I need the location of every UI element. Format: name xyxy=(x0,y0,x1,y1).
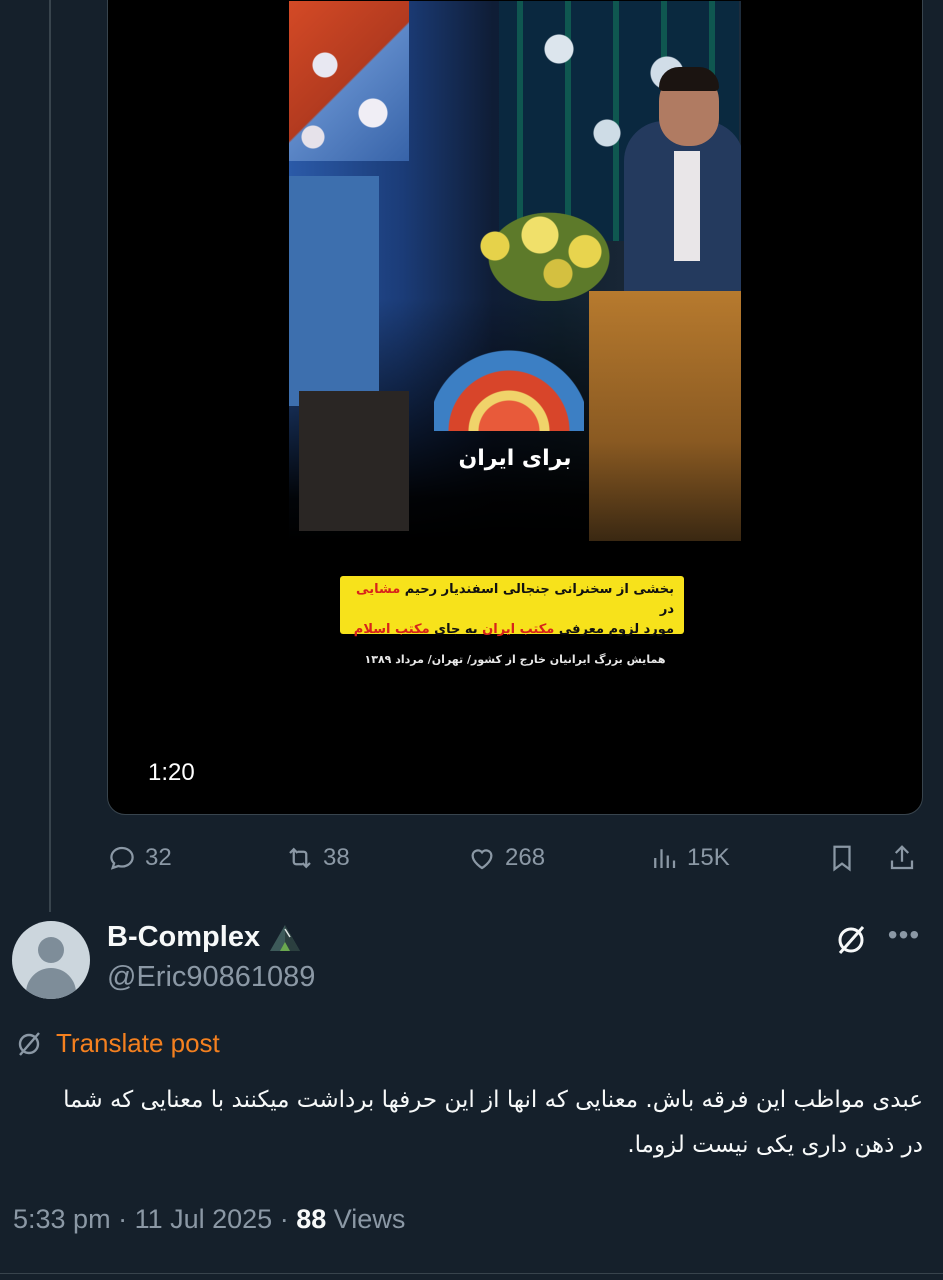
user-handle[interactable]: @Eric90861089 xyxy=(107,961,315,994)
podium xyxy=(589,291,741,541)
title-line2-b: به جای xyxy=(429,622,483,637)
speaker-hair xyxy=(659,67,719,91)
title-line1-a: بخشی از سخنرانی جنجالی اسفندیار رحیم xyxy=(400,582,674,597)
bookmark-button[interactable] xyxy=(827,838,857,878)
title-line1-b: در xyxy=(659,602,674,617)
bookmark-icon xyxy=(833,845,851,872)
video-duration: 1:20 xyxy=(148,759,195,786)
post-views-count: 88 xyxy=(296,1204,327,1234)
reply-count: 32 xyxy=(145,844,172,871)
flower-arrangement xyxy=(459,191,639,301)
repost-count: 38 xyxy=(323,844,350,871)
meta-separator: · xyxy=(118,1204,135,1234)
display-name-text: B-Complex xyxy=(107,921,261,953)
heart-icon xyxy=(471,849,493,870)
wall-panel xyxy=(289,176,379,406)
analytics-icon xyxy=(654,849,676,868)
avatar[interactable] xyxy=(12,921,90,999)
title-line2-red1: مکتب ایران xyxy=(482,622,555,637)
rose-window xyxy=(434,301,584,431)
post-views-label: Views xyxy=(333,1204,406,1234)
more-options-icon[interactable]: ••• xyxy=(886,920,922,956)
repost-icon xyxy=(289,847,311,869)
meta-separator: · xyxy=(279,1204,297,1234)
views-button[interactable]: 15K xyxy=(649,838,730,878)
share-icon xyxy=(890,845,914,870)
share-button[interactable] xyxy=(887,838,917,878)
translate-post-link[interactable]: Translate post xyxy=(14,1028,220,1059)
title-line2-a: مورد لزوم معرفی xyxy=(554,622,674,637)
grok-translate-icon xyxy=(18,1031,40,1056)
translate-label: Translate post xyxy=(56,1028,220,1058)
avatar-head-shape xyxy=(38,937,64,963)
divider xyxy=(0,1273,943,1274)
post-date[interactable]: 11 Jul 2025 xyxy=(135,1204,273,1234)
reply-button[interactable]: 32 xyxy=(107,838,172,878)
video-player[interactable]: برای ایران بخشی از سخنرانی جنجالی اسفندی… xyxy=(107,0,923,815)
post-meta: 5:33 pm · 11 Jul 2025 · 88 Views xyxy=(13,1204,405,1235)
like-count: 268 xyxy=(505,844,546,871)
views-count: 15K xyxy=(687,844,730,871)
title-line2-red2: مکتب اسلام xyxy=(353,622,430,637)
display-name[interactable]: B-Complex xyxy=(107,921,302,954)
post-action-bar: 32 38 268 15K xyxy=(107,838,921,878)
grok-icon[interactable] xyxy=(833,922,869,958)
video-caption: برای ایران xyxy=(458,446,572,471)
reply-icon xyxy=(110,846,134,870)
video-title-box: بخشی از سخنرانی جنجالی اسفندیار رحیم مشا… xyxy=(340,576,684,637)
speaker-shirt xyxy=(674,151,700,261)
repost-button[interactable]: 38 xyxy=(285,838,350,878)
pyramid-emoji-icon xyxy=(270,924,301,951)
video-event-line: همایش بزرگ ایرانیان خارج از کشور/ تهران/… xyxy=(364,653,666,666)
post-text: عبدی مواظب این فرقه باش. معنایی که انها … xyxy=(63,1087,923,1158)
avatar-body-shape xyxy=(26,968,76,999)
title-line1-red: مشایی xyxy=(356,582,401,597)
like-button[interactable]: 268 xyxy=(467,838,545,878)
post-time[interactable]: 5:33 pm xyxy=(13,1204,111,1234)
thread-connector-line xyxy=(49,0,51,912)
stained-glass-window xyxy=(289,1,409,161)
